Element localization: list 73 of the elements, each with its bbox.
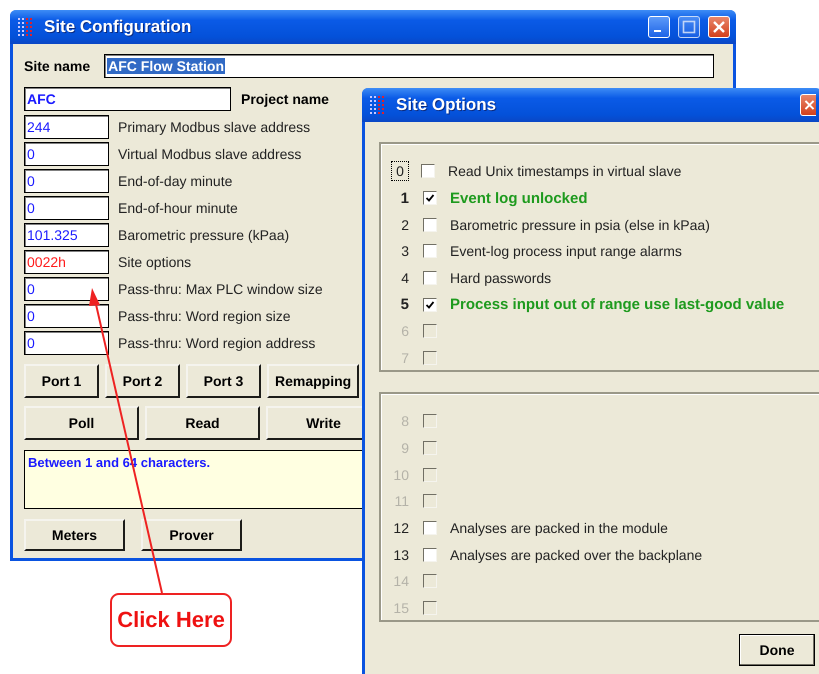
field-label: Pass-thru: Word region size: [118, 308, 290, 324]
input-field[interactable]: 0: [24, 304, 109, 328]
option-number: 13: [392, 546, 409, 563]
close-button[interactable]: [800, 94, 816, 116]
checkbox[interactable]: [421, 164, 435, 178]
field-label: Pass-thru: Word region address: [118, 334, 316, 350]
window-title: Site Options: [396, 95, 498, 115]
option-number: 1: [400, 190, 409, 207]
button[interactable]: Port 1: [24, 364, 99, 398]
project-name-field[interactable]: AFC: [24, 86, 231, 110]
input-field[interactable]: 0: [24, 196, 109, 220]
minimize-icon: [654, 30, 661, 32]
checkbox[interactable]: [423, 244, 437, 258]
checkbox[interactable]: [423, 548, 437, 562]
done-button[interactable]: Done: [739, 634, 815, 666]
site-name-field[interactable]: AFC Flow Station: [104, 54, 714, 78]
option-label: Event-log process input range alarms: [450, 243, 682, 260]
maximize-button[interactable]: [678, 16, 700, 38]
close-icon: [711, 19, 727, 35]
field-label: Pass-thru: Max PLC window size: [118, 280, 323, 296]
option-label: Hard passwords: [450, 270, 552, 286]
input-field[interactable]: 0: [24, 142, 109, 166]
option-number: 9: [400, 440, 409, 456]
checkbox[interactable]: [423, 521, 437, 536]
option-number: 12: [392, 520, 409, 536]
button[interactable]: Remapping: [267, 364, 360, 398]
option-number: 3: [400, 243, 409, 260]
option-number: 8: [400, 413, 409, 430]
option-label: Analyses are packed in the module: [450, 520, 668, 536]
input-field[interactable]: 0: [24, 276, 109, 300]
window-title: Site Configuration: [44, 17, 192, 37]
checkbox[interactable]: [423, 271, 437, 286]
option-number: 4: [400, 270, 409, 286]
field-label: Site name: [24, 58, 90, 74]
minimize-button[interactable]: [648, 16, 670, 38]
button[interactable]: Meters: [24, 519, 125, 551]
input-field[interactable]: 101.325: [24, 222, 109, 246]
field-label: End-of-day minute: [118, 172, 232, 188]
maximize-icon: [681, 19, 697, 35]
button[interactable]: Read: [145, 406, 260, 440]
button[interactable]: Port 2: [105, 364, 180, 398]
option-label: Read Unix timestamps in virtual slave: [448, 163, 682, 180]
callout-box: Click Here: [110, 593, 232, 647]
field-label: End-of-hour minute: [118, 200, 238, 216]
option-number: 0: [393, 163, 407, 180]
checkbox[interactable]: [423, 218, 437, 232]
option-label: Analyses are packed over the backplane: [450, 546, 702, 563]
button[interactable]: Port 3: [186, 364, 261, 398]
input-field[interactable]: 0: [24, 168, 109, 192]
option-number: 11: [393, 493, 409, 510]
button[interactable]: Prover: [141, 519, 242, 551]
field-label: Virtual Modbus slave address: [118, 146, 302, 162]
field-label: Barometric pressure (kPaa): [118, 226, 290, 242]
option-number: 15: [392, 600, 409, 616]
close-button[interactable]: [708, 16, 730, 38]
option-number: 5: [400, 296, 409, 314]
button[interactable]: Poll: [24, 406, 139, 440]
option-number: 7: [400, 350, 409, 366]
checkbox[interactable]: [423, 191, 437, 206]
option-label: Event log unlocked: [450, 190, 588, 207]
option-number: 10: [392, 466, 409, 483]
option-number: 2: [400, 216, 409, 233]
input-field[interactable]: 0: [24, 330, 109, 354]
option-number: 6: [400, 323, 409, 340]
input-field[interactable]: 244: [24, 114, 109, 138]
field-label: Project name: [241, 90, 329, 106]
option-label: Barometric pressure in psia (else in kPaa): [450, 216, 710, 233]
input-field[interactable]: 0022h: [24, 250, 109, 274]
field-label: Primary Modbus slave address: [118, 118, 310, 134]
option-number: 14: [392, 573, 409, 590]
field-label: Site options: [118, 254, 192, 270]
checkbox[interactable]: [423, 298, 437, 312]
option-label: Process input out of range use last-good value: [450, 296, 784, 314]
